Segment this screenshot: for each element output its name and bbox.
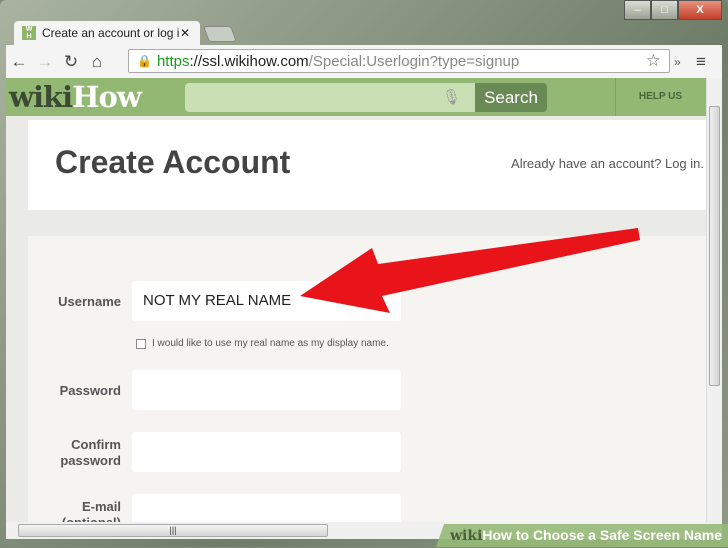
bookmark-star-icon[interactable]: ☆ [646, 51, 661, 71]
close-tab-icon[interactable]: ✕ [180, 26, 190, 40]
vertical-scrollbar[interactable] [706, 78, 722, 522]
watermark-wiki: wiki [450, 528, 483, 544]
home-icon[interactable]: ⌂ [84, 52, 110, 72]
vertical-scroll-thumb[interactable] [709, 106, 720, 386]
extensions-overflow-button[interactable]: » [674, 55, 681, 69]
page-viewport: wikiHow 🎙 Search HELP US Create Account … [6, 78, 706, 522]
toolbar: ← → ↻ ⌂ 🔒 https://ssl.wikihow.com/Specia… [6, 45, 722, 78]
back-icon[interactable]: ← [6, 52, 32, 72]
red-arrow-annotation [300, 228, 640, 313]
wikihow-favicon-icon: WH [22, 26, 36, 40]
address-bar[interactable]: 🔒 https://ssl.wikihow.com/Special:Userlo… [128, 49, 670, 73]
watermark-how: How [482, 527, 512, 543]
forward-icon[interactable]: → [32, 52, 58, 72]
reload-icon[interactable]: ↻ [58, 52, 84, 72]
wikihow-watermark: wikiHow to Choose a Safe Screen Name [436, 524, 728, 547]
menu-icon[interactable]: ≡ [696, 52, 706, 72]
watermark-text: to Choose a Safe Screen Name [511, 527, 723, 543]
maximize-button[interactable]: □ [651, 0, 678, 20]
horizontal-scroll-thumb[interactable]: ||| [18, 524, 328, 537]
minimize-button[interactable]: – [624, 0, 651, 20]
url-path: /Special:Userlogin?type=signup [308, 52, 520, 70]
lock-icon: 🔒 [137, 54, 152, 68]
new-tab-button[interactable] [203, 26, 237, 42]
url-host: ://ssl.wikihow.com [189, 52, 309, 70]
close-window-button[interactable]: X [678, 0, 722, 20]
browser-tab[interactable]: WH Create an account or log i ✕ [14, 21, 200, 45]
url-scheme: https [156, 52, 190, 70]
tab-title: Create an account or log i [42, 26, 180, 40]
